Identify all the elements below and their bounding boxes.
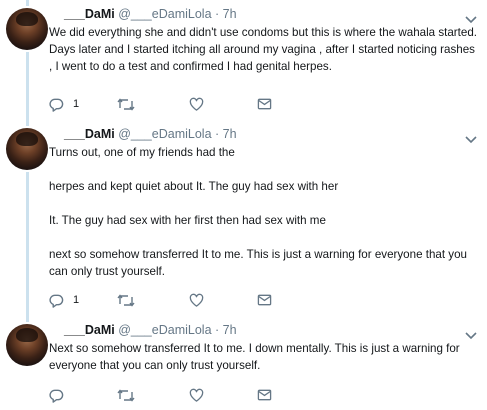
avatar[interactable] [6,324,48,366]
reply-icon [49,97,64,112]
reply-count: 1 [73,98,80,110]
tweet-actions: 1 [49,292,299,308]
retweet-icon [117,293,135,308]
message-button[interactable] [257,96,272,112]
timestamp[interactable]: · 7h [215,7,237,21]
display-name[interactable]: ___DaMi [64,7,115,21]
reply-button[interactable]: 1 [49,96,79,112]
timestamp[interactable]: · 7h [215,323,237,337]
retweet-button[interactable] [117,292,135,308]
message-button[interactable] [257,292,272,308]
user-handle[interactable]: @___eDamiLola [118,323,211,337]
avatar[interactable] [6,8,48,50]
tweet-1[interactable]: ___DaMi @___eDamiLola · 7h We did everyt… [0,0,487,124]
reply-icon [49,293,64,308]
retweet-icon [117,97,135,112]
tweet-line: next so somehow transferred It to me. Th… [49,248,468,278]
heart-icon [189,293,204,308]
message-icon [257,97,272,111]
tweet-line: herpes and kept quiet about It. The guy … [49,180,339,193]
reply-icon [49,388,64,403]
retweet-icon [117,388,135,403]
heart-icon [189,388,204,403]
tweet-line: We did everything she and didn't use con… [49,26,477,73]
avatar[interactable] [6,128,48,170]
like-button[interactable] [189,96,204,112]
reply-button[interactable] [49,387,73,403]
message-icon [257,388,272,402]
timestamp[interactable]: · 7h [215,127,237,141]
retweet-button[interactable] [117,387,135,403]
tweet-line: Next so somehow transferred It to me. I … [49,342,460,372]
tweet-text: Turns out, one of my friends had the her… [49,144,481,280]
user-handle[interactable]: @___eDamiLola [118,127,211,141]
like-button[interactable] [189,292,204,308]
tweet-header: ___DaMi @___eDamiLola · 7h [64,7,237,22]
user-handle[interactable]: @___eDamiLola [118,7,211,21]
tweet-header: ___DaMi @___eDamiLola · 7h [64,127,237,142]
display-name[interactable]: ___DaMi [64,323,115,337]
retweet-button[interactable] [117,96,135,112]
reply-count: 1 [73,294,80,306]
tweet-3[interactable]: ___DaMi @___eDamiLola · 7h Next so someh… [0,320,487,410]
tweet-2[interactable]: ___DaMi @___eDamiLola · 7h Turns out, on… [0,124,487,314]
reply-button[interactable]: 1 [49,292,79,308]
like-button[interactable] [189,387,204,403]
message-icon [257,293,272,307]
tweet-line: It. The guy had sex with her first then … [49,214,326,227]
message-button[interactable] [257,387,272,403]
display-name[interactable]: ___DaMi [64,127,115,141]
tweet-text: We did everything she and didn't use con… [49,24,481,75]
tweet-actions [49,387,299,403]
tweet-actions: 1 [49,96,299,112]
heart-icon [189,97,204,112]
tweet-header: ___DaMi @___eDamiLola · 7h [64,323,237,338]
tweet-text: Next so somehow transferred It to me. I … [49,340,481,374]
tweet-line: Turns out, one of my friends had the [49,146,235,159]
